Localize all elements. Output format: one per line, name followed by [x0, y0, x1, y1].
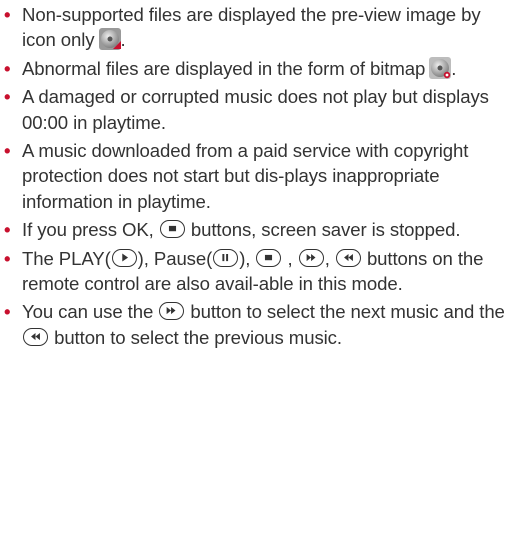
bullet: •	[4, 4, 11, 25]
item-text: Non-supported files are displayed the pr…	[22, 4, 481, 51]
fast-forward-button-icon	[298, 248, 324, 267]
notes-list: • Non-supported files are displayed the …	[3, 2, 507, 350]
list-item: • A music downloaded from a paid service…	[3, 138, 507, 214]
item-text: ,	[287, 247, 293, 269]
item-text: A damaged or corrupted music does not pl…	[22, 86, 489, 133]
item-text: Abnormal files are displayed in the form…	[22, 57, 426, 79]
item-text: A music downloaded from a paid service w…	[22, 140, 469, 212]
stop-button-icon	[159, 220, 185, 239]
item-text: .	[451, 57, 457, 79]
item-text: button to select the previous music.	[54, 326, 342, 348]
item-text: ,	[324, 247, 330, 269]
fast-forward-button-icon	[159, 302, 185, 321]
item-text: If you press OK,	[22, 219, 154, 241]
stop-button-icon	[256, 248, 282, 267]
item-text: You can use the	[22, 301, 154, 323]
pause-button-icon	[213, 248, 239, 267]
list-item: • You can use the button to select the n…	[3, 299, 507, 350]
rewind-button-icon	[23, 327, 48, 346]
rewind-button-icon	[335, 248, 361, 267]
bullet: •	[4, 247, 11, 269]
manual-page: • Non-supported files are displayed the …	[0, 0, 511, 545]
item-text: ),	[239, 247, 251, 269]
bullet: •	[4, 219, 11, 241]
disc-abnormal-icon	[429, 56, 452, 79]
list-item: • A damaged or corrupted music does not …	[3, 84, 507, 135]
play-button-icon	[111, 248, 137, 267]
item-text: The PLAY(	[22, 247, 111, 269]
bullet: •	[4, 140, 11, 162]
list-item: • If you press OK, buttons, screen saver…	[3, 217, 507, 242]
item-text: ), Pause(	[137, 247, 213, 269]
list-item: • The PLAY(), Pause(), , , buttons on th…	[3, 246, 507, 297]
bullet: •	[4, 301, 11, 323]
bullet: •	[4, 86, 11, 108]
bullet: •	[4, 57, 11, 79]
list-item: • Abnormal files are displayed in the fo…	[3, 56, 507, 81]
item-text: button to select the next music and the	[190, 301, 505, 323]
item-text: .	[120, 29, 126, 51]
disc-unsupported-icon	[98, 28, 121, 51]
list-item: • Non-supported files are displayed the …	[3, 2, 507, 53]
item-text: buttons, screen saver is stopped.	[190, 219, 461, 241]
